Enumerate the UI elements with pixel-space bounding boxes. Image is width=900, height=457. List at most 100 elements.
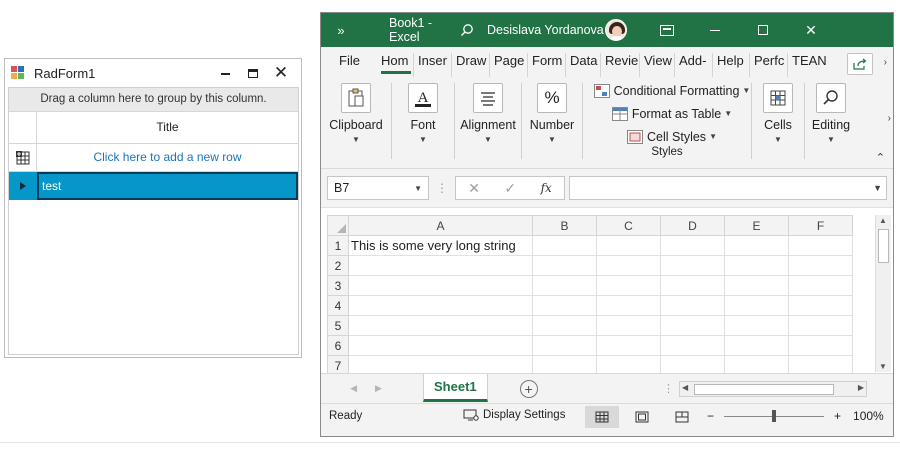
cell[interactable] [788,255,853,276]
cell[interactable] [348,295,533,316]
row-header[interactable]: 2 [327,255,349,276]
tab-insert[interactable]: Inser [416,53,452,77]
scrollbar-thumb[interactable] [694,384,834,395]
cell[interactable] [348,255,533,276]
expand-formula-bar-icon[interactable]: ▼ [873,183,882,193]
search-button[interactable] [447,23,487,37]
name-box[interactable]: B7 ▼ [327,176,429,200]
tab-team[interactable]: TEAN [790,53,826,77]
previous-sheet-icon[interactable]: ◀ [350,383,357,394]
tab-scroll-right-icon[interactable]: › [884,57,887,68]
next-sheet-icon[interactable]: ▶ [375,383,382,394]
cell[interactable] [532,275,597,296]
sheet-tab-sheet1[interactable]: Sheet1 [423,373,488,402]
cell[interactable] [724,335,789,356]
table-row[interactable]: test [9,172,298,200]
excel-titlebar[interactable]: » Book1 - Excel Desislava Yordanova ✕ [321,13,893,47]
new-row[interactable]: Click here to add a new row [9,144,298,172]
cell[interactable] [724,255,789,276]
column-header-c[interactable]: C [596,215,661,236]
cell[interactable] [596,295,661,316]
cell[interactable] [788,315,853,336]
cell[interactable] [532,335,597,356]
maximize-button[interactable] [239,59,267,87]
select-all-corner[interactable] [327,215,349,236]
add-sheet-button[interactable]: + [519,379,538,398]
font-group[interactable]: A Font ▼ [392,77,454,168]
table-cell-title[interactable]: test [37,172,298,200]
cell[interactable] [596,235,661,256]
row-header[interactable]: 5 [327,315,349,336]
column-header-f[interactable]: F [788,215,853,236]
cell[interactable] [596,315,661,336]
cell[interactable] [788,295,853,316]
cell[interactable] [660,295,725,316]
tab-add-ins[interactable]: Add- [677,53,713,77]
quick-access-chevron-icon[interactable]: » [321,23,361,38]
cell[interactable] [724,235,789,256]
page-break-preview-button[interactable] [665,406,699,428]
cancel-icon[interactable]: ✕ [468,180,480,197]
minimize-button[interactable] [211,59,239,87]
cell[interactable] [788,235,853,256]
vertical-scrollbar[interactable]: ▲ ▼ [875,215,891,372]
scroll-down-icon[interactable]: ▼ [879,362,887,371]
cell[interactable] [724,295,789,316]
cell[interactable] [532,235,597,256]
user-name[interactable]: Desislava Yordanova [487,23,605,37]
cell[interactable] [532,295,597,316]
tab-help[interactable]: Help [715,53,750,77]
cell[interactable] [724,315,789,336]
cell[interactable] [788,335,853,356]
zoom-level[interactable]: 100% [853,409,884,423]
column-header-title[interactable]: Title [37,112,298,143]
add-new-row-link[interactable]: Click here to add a new row [37,144,298,171]
clipboard-group[interactable]: Clipboard ▼ [321,77,391,168]
maximize-button[interactable] [739,13,787,47]
sheet-splitter-icon[interactable]: ⋮ [663,382,674,395]
tab-performance[interactable]: Perfc [752,53,788,77]
ribbon-display-options-button[interactable] [643,13,691,47]
row-header[interactable]: 6 [327,335,349,356]
tab-data[interactable]: Data [568,53,601,77]
column-header-e[interactable]: E [724,215,789,236]
row-header[interactable]: 4 [327,295,349,316]
cell[interactable] [532,255,597,276]
cell-a1[interactable]: This is some very long string [348,235,533,256]
column-header-b[interactable]: B [532,215,597,236]
page-layout-view-button[interactable] [625,406,659,428]
zoom-slider-handle[interactable] [772,409,777,422]
cell[interactable] [348,335,533,356]
number-group[interactable]: % Number ▼ [522,77,582,168]
display-settings-button[interactable]: Display Settings [463,409,565,421]
insert-function-button[interactable]: fx [541,181,552,195]
share-button[interactable] [847,53,873,75]
tab-home[interactable]: Hom [379,53,414,77]
formula-bar-splitter-icon[interactable]: ⋮ [429,181,455,195]
cell-styles-button[interactable]: Cell Styles ▼ [617,125,717,148]
scroll-left-icon[interactable]: ◀ [682,383,688,392]
scrollbar-thumb[interactable] [878,229,889,263]
row-header[interactable]: 1 [327,235,349,256]
tab-review[interactable]: Revie [603,53,640,77]
tab-draw[interactable]: Draw [454,53,490,77]
scroll-up-icon[interactable]: ▲ [879,216,887,225]
cell[interactable] [660,255,725,276]
cell[interactable] [596,255,661,276]
cell[interactable] [348,315,533,336]
cell[interactable] [660,335,725,356]
avatar[interactable] [605,19,627,41]
cell[interactable] [596,275,661,296]
column-header-a[interactable]: A [348,215,533,236]
tab-view[interactable]: View [642,53,675,77]
horizontal-scrollbar[interactable]: ◀ ▶ [679,381,867,397]
minimize-button[interactable] [691,13,739,47]
cell[interactable] [348,275,533,296]
conditional-formatting-button[interactable]: Conditional Formatting ▼ [584,79,750,102]
tab-page-layout[interactable]: Page [492,53,528,77]
tab-file[interactable]: File [329,53,377,77]
cells-group[interactable]: Cells ▼ [752,77,804,168]
formula-input[interactable]: ▼ [569,176,887,200]
alignment-group[interactable]: Alignment ▼ [455,77,521,168]
enter-check-icon[interactable]: ✓ [504,180,516,197]
